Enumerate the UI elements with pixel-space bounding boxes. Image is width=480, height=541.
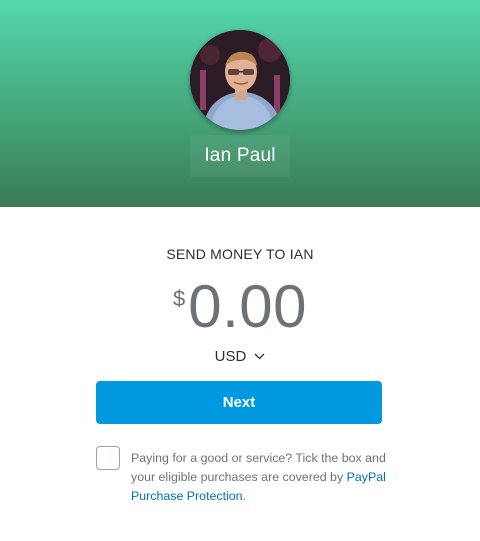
purchase-protection-checkbox[interactable] <box>96 446 120 470</box>
avatar <box>190 30 290 130</box>
purchase-protection-text: Paying for a good or service? Tick the b… <box>131 449 391 506</box>
recipient-name: Ian Paul <box>204 145 276 166</box>
currency-code: USD <box>214 347 247 365</box>
currency-symbol: $ <box>172 286 186 311</box>
avatar-photo <box>190 30 290 130</box>
amount-field[interactable]: $ 0.00 <box>0 274 480 340</box>
amount-value[interactable]: 0.00 <box>188 274 307 340</box>
currency-dropdown[interactable]: USD <box>212 345 268 367</box>
next-button[interactable]: Next <box>96 381 382 424</box>
chevron-down-icon <box>254 347 265 365</box>
profile-header: Ian Paul <box>0 0 480 207</box>
recipient-name-container: Ian Paul <box>190 135 290 177</box>
send-money-title: SEND MONEY TO IAN <box>166 246 314 262</box>
purchase-protection-suffix: . <box>242 489 247 503</box>
